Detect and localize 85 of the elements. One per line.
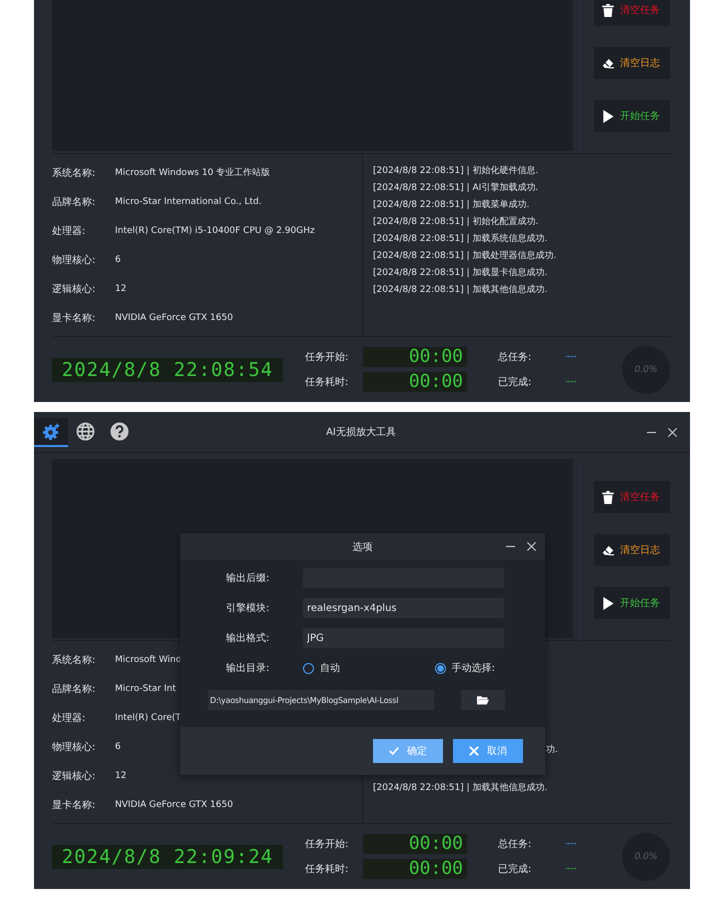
- info-label: 系统名称:: [52, 654, 96, 666]
- log-line: 功.: [546, 744, 558, 757]
- radio-option[interactable]: 自动: [303, 661, 340, 675]
- count-value: ·····: [565, 352, 576, 362]
- eraser-icon: [602, 56, 614, 70]
- info-label: 逻辑核心:: [52, 770, 96, 782]
- action-button[interactable]: 清空日志: [594, 47, 670, 79]
- info-label: 物理核心:: [52, 740, 96, 754]
- timer-label: 任务耗时:: [305, 376, 350, 389]
- window-title: AI无损放大工具: [325, 426, 397, 439]
- info-value: 6: [115, 742, 121, 752]
- field-label: 输出后缀:: [226, 572, 270, 585]
- timer-display: 00:00: [363, 347, 467, 367]
- action-button[interactable]: 开始任务: [594, 587, 670, 619]
- info-value: Micro-Star Int: [115, 684, 176, 694]
- count-label: 已完成:: [498, 862, 532, 876]
- timer-display: 00:00: [363, 834, 467, 854]
- close-icon[interactable]: [667, 426, 678, 438]
- log-line: [2024/8/8 22:08:51] | 加载其他信息成功.: [373, 782, 548, 795]
- info-label: 显卡名称:: [52, 798, 96, 812]
- info-value: 12: [115, 770, 126, 780]
- info-label: 显卡名称:: [52, 312, 96, 324]
- log-line: [2024/8/8 22:08:51] | 加载显卡信息成功.: [373, 266, 548, 280]
- log-line: [2024/8/8 22:08:51] | AI引擎加载成功.: [373, 182, 540, 195]
- play-icon: [602, 110, 614, 122]
- count-label: 总任务:: [498, 350, 532, 364]
- field-label: 输出目录:: [226, 662, 270, 675]
- progress-text: 0.0%: [634, 364, 658, 374]
- play-icon: [602, 596, 614, 610]
- info-value: Intel(R) Core(TM) i5-10400F CPU @ 2.90GHz: [115, 226, 315, 236]
- clock-display: 2024/8/8 22:09:24: [52, 844, 283, 868]
- clock-display: 2024/8/8 22:08:54: [52, 358, 283, 382]
- input-field[interactable]: realesrgan-x4plus: [303, 598, 504, 618]
- field-label: 输出格式:: [226, 632, 270, 645]
- help-icon: [110, 422, 128, 440]
- info-value: Micro-Star International Co., Ltd.: [115, 196, 262, 206]
- info-value: NVIDIA GeForce GTX 1650: [115, 800, 233, 810]
- close-icon: [469, 746, 479, 756]
- info-value: 6: [115, 254, 121, 264]
- info-label: 处理器:: [52, 712, 86, 724]
- toolbar-tab[interactable]: [34, 418, 68, 446]
- info-value: Intel(R) Core(T: [115, 712, 181, 722]
- info-value: 12: [115, 284, 126, 294]
- info-value: NVIDIA GeForce GTX 1650: [115, 312, 233, 322]
- trash-icon: [602, 4, 614, 16]
- count-value: ·····: [565, 864, 576, 874]
- log-line: [2024/8/8 22:08:51] | 初始化硬件信息.: [373, 164, 540, 178]
- folder-icon: [477, 695, 489, 705]
- info-label: 品牌名称:: [52, 196, 96, 208]
- radio-option[interactable]: 手动选择:: [434, 661, 495, 675]
- info-label: 物理核心:: [52, 254, 96, 266]
- trash-icon: [602, 490, 614, 504]
- count-value: ·····: [565, 838, 576, 850]
- action-button[interactable]: 开始任务: [594, 100, 670, 132]
- info-value: Microsoft Windows 10 专业工作站版: [115, 166, 270, 179]
- progress-text: 0.0%: [634, 852, 658, 862]
- count-label: 总任务:: [498, 838, 532, 851]
- log-line: [2024/8/8 22:08:51] | 加载系统信息成功.: [373, 232, 548, 246]
- info-label: 系统名称:: [52, 166, 96, 180]
- count-value: ·····: [565, 376, 576, 388]
- action-button[interactable]: 清空任务: [594, 0, 670, 26]
- timer-display: 00:00: [363, 372, 467, 392]
- path-field[interactable]: D:\yaoshuanggui-Projects\MyBlogSample\AI-Lossl: [208, 690, 434, 710]
- check-icon: [389, 746, 399, 756]
- timer-label: 任务开始:: [305, 838, 350, 851]
- info-label: 品牌名称:: [52, 682, 96, 696]
- browse-button[interactable]: [461, 690, 505, 710]
- action-button[interactable]: 清空任务: [594, 481, 670, 513]
- timer-display: 00:00: [363, 859, 467, 879]
- log-line: [2024/8/8 22:08:51] | 加载其他信息成功.: [373, 284, 548, 297]
- count-label: 已完成:: [498, 376, 532, 389]
- log-line: [2024/8/8 22:08:51] | 加载菜单成功.: [373, 198, 530, 212]
- log-line: [2024/8/8 22:08:51] | 初始化配置成功.: [373, 216, 540, 229]
- timer-label: 任务耗时:: [305, 862, 350, 876]
- dialog-title: 选项: [352, 540, 372, 554]
- action-button[interactable]: 清空日志: [594, 534, 670, 566]
- info-label: 处理器:: [52, 224, 86, 238]
- close-icon[interactable]: [526, 541, 537, 552]
- timer-label: 任务开始:: [305, 351, 350, 364]
- log-line: [2024/8/8 22:08:51] | 加载处理器信息成功.: [373, 250, 556, 263]
- field-label: 引擎模块:: [226, 602, 270, 615]
- globe-icon: [76, 422, 94, 440]
- gear-icon: [42, 422, 60, 440]
- eraser-icon: [602, 544, 614, 556]
- info-label: 逻辑核心:: [52, 282, 96, 296]
